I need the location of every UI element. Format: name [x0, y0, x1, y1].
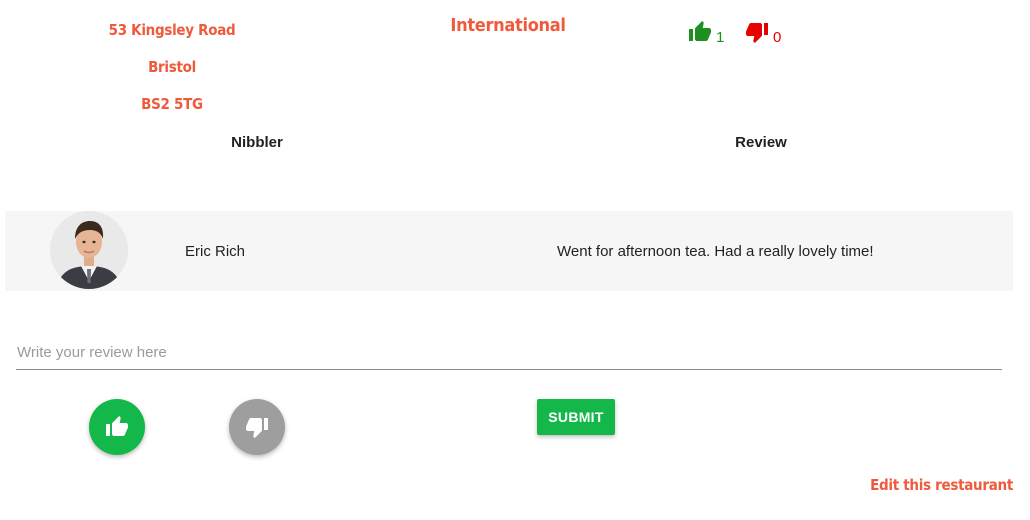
edit-restaurant-link[interactable]: Edit this restaurant [870, 476, 1013, 494]
thumbs-up-votes: 1 [688, 20, 725, 46]
address-line-3: BS2 5TG [141, 95, 203, 113]
thumbs-down-icon [746, 23, 768, 43]
thumbs-down-icon [246, 418, 268, 438]
avatar [50, 211, 128, 289]
thumbs-up-icon [689, 21, 711, 41]
review-input[interactable] [16, 336, 1002, 370]
thumbs-up-count: 1 [716, 29, 725, 46]
address-line-2: Bristol [148, 58, 196, 76]
thumbs-up-button[interactable] [89, 399, 145, 455]
column-header-review: Review [735, 134, 787, 151]
reviewer-name: Eric Rich [185, 243, 246, 260]
avatar-photo [50, 211, 128, 289]
thumbs-down-count: 0 [773, 29, 782, 46]
thumbs-down-votes: 0 [745, 20, 782, 46]
submit-button[interactable]: SUBMIT [537, 399, 615, 435]
address-line-1: 53 Kingsley Road [108, 21, 236, 39]
thumbs-down-button[interactable] [229, 399, 285, 455]
cuisine-label: International [450, 15, 566, 36]
table-row: Eric Rich Went for afternoon tea. Had a … [5, 211, 1013, 291]
column-header-nibbler: Nibbler [231, 134, 283, 151]
thumbs-up-icon [106, 416, 128, 436]
review-text: Went for afternoon tea. Had a really lov… [557, 243, 874, 260]
